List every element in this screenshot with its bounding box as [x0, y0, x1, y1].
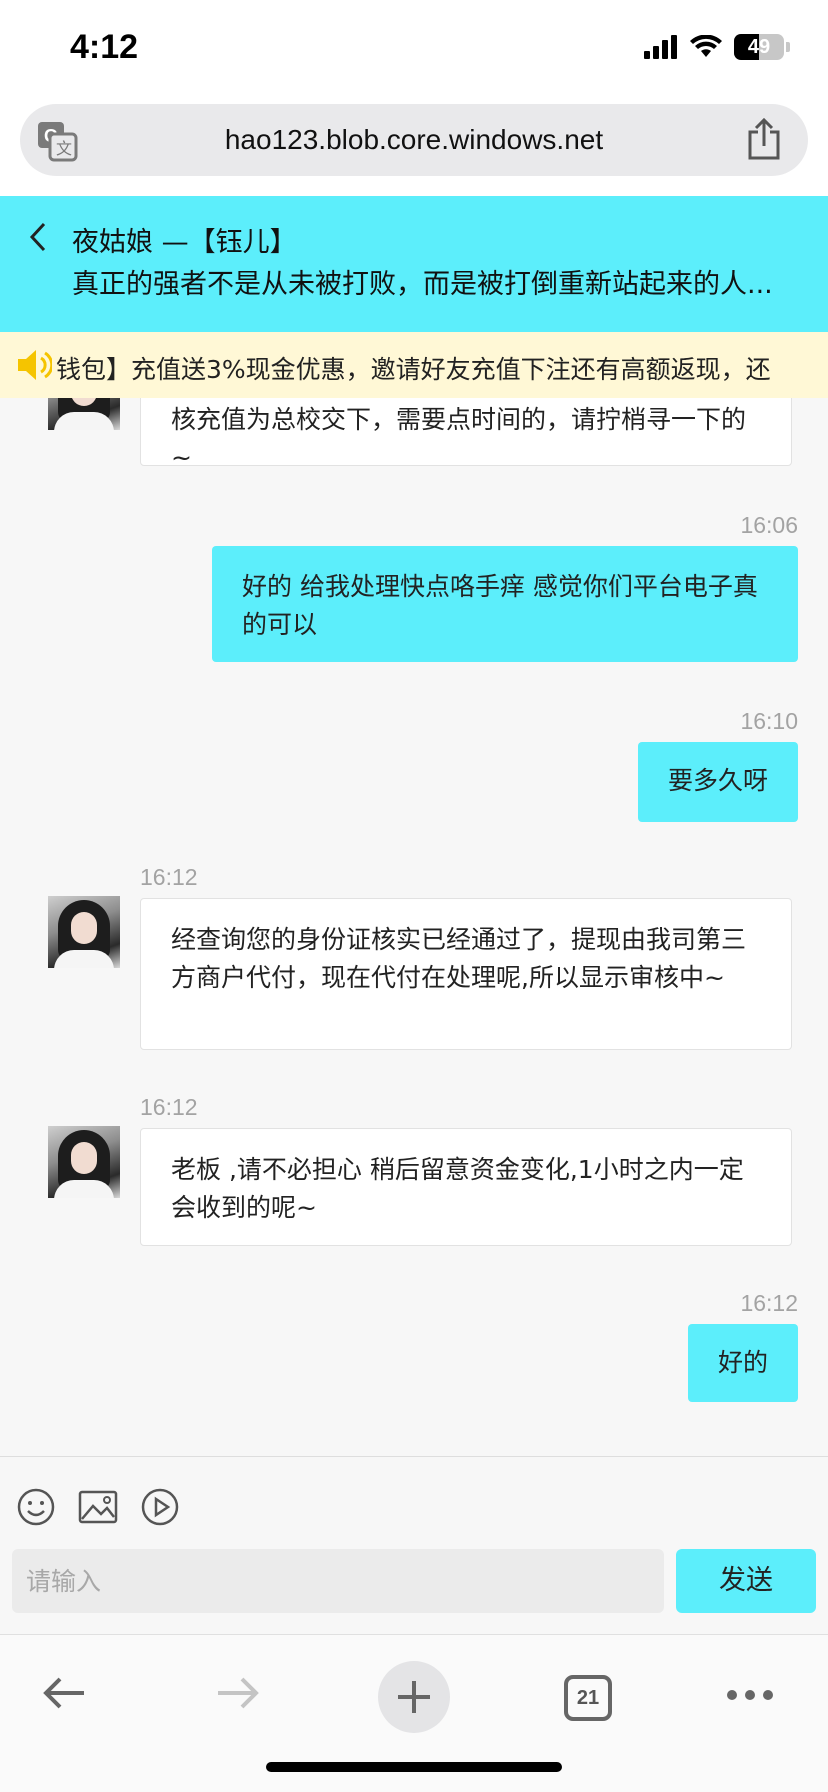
message-text: 经查询您的身份证核实已经通过了，提现由我司第三方商户代付，现在代付在处理呢,所以…	[171, 925, 747, 992]
message-timestamp: 16:12	[740, 1290, 798, 1316]
outgoing-message-bubble: 好的 给我处理快点咯手痒 感觉你们平台电子真的可以	[212, 546, 798, 662]
chat-header: 夜姑娘 —【钰儿】 真正的强者不是从未被打败，而是被打倒重新站起来的人...	[0, 196, 828, 332]
address-bar[interactable]: G 文 hao123.blob.core.windows.net	[20, 104, 808, 176]
status-time: 4:12	[70, 28, 139, 66]
back-chevron-icon[interactable]	[26, 220, 50, 254]
url-text: hao123.blob.core.windows.net	[224, 124, 604, 155]
tab-count-button[interactable]: 21	[564, 1675, 612, 1721]
signal-icon	[644, 35, 677, 59]
message-text: 老板 ,请不必担心 稍后留意资金变化,1小时之内一定会收到的呢~	[171, 1155, 744, 1222]
incoming-message-bubble: 经查询您的身份证核实已经通过了，提现由我司第三方商户代付，现在代付在处理呢,所以…	[140, 898, 792, 1050]
message-timestamp: 16:12	[140, 864, 198, 890]
agent-avatar[interactable]	[48, 1126, 120, 1198]
back-arrow-icon[interactable]	[40, 1673, 88, 1713]
battery-level: 49	[747, 36, 771, 58]
speaker-icon	[18, 350, 52, 380]
agent-avatar[interactable]	[48, 896, 120, 968]
message-text: 好的 给我处理快点咯手痒 感觉你们平台电子真的可以	[242, 572, 758, 639]
share-icon[interactable]	[746, 118, 782, 160]
wifi-icon	[690, 35, 722, 57]
message-timestamp: 16:10	[740, 708, 798, 734]
chat-messages[interactable]: 核充值为总校交下，需要点时间的，请拧梢寻一下的~ 16:06 好的 给我处理快点…	[0, 398, 828, 1456]
forward-arrow-icon[interactable]	[214, 1673, 262, 1713]
notice-text: 钱包】充值送3%现金优惠，邀请好友充值下注还有高额返现，还	[56, 355, 771, 384]
outgoing-message-bubble: 好的	[687, 1324, 798, 1402]
status-bar: 4:12 49	[0, 0, 828, 100]
send-button[interactable]: 发送	[676, 1549, 816, 1613]
message-timestamp: 16:06	[740, 512, 798, 538]
agent-avatar[interactable]	[48, 398, 120, 430]
play-icon[interactable]	[140, 1487, 180, 1527]
browser-address-area: G 文 hao123.blob.core.windows.net	[0, 100, 828, 196]
incoming-message-bubble: 老板 ,请不必担心 稍后留意资金变化,1小时之内一定会收到的呢~	[140, 1128, 792, 1246]
more-icon[interactable]	[726, 1689, 774, 1701]
message-text: 好的	[717, 1348, 768, 1377]
message-timestamp: 16:12	[140, 1094, 198, 1120]
image-icon[interactable]	[78, 1487, 118, 1527]
message-input[interactable]	[12, 1549, 664, 1613]
incoming-message-bubble: 核充值为总校交下，需要点时间的，请拧梢寻一下的~	[140, 398, 792, 472]
new-tab-button[interactable]	[378, 1661, 450, 1733]
plus-icon	[398, 1681, 430, 1713]
outgoing-message-bubble: 要多久呀	[637, 742, 798, 822]
message-text: 核充值为总校交下，需要点时间的，请拧梢寻一下的~	[171, 405, 747, 472]
battery-icon: 49	[734, 34, 784, 60]
contact-name: 夜姑娘 —【钰儿】	[72, 227, 297, 258]
emoji-icon[interactable]	[16, 1487, 56, 1527]
message-text: 要多久呀	[667, 766, 768, 795]
notice-marquee[interactable]: 钱包】充值送3%现金优惠，邀请好友充值下注还有高额返现，还	[0, 332, 828, 398]
contact-motto: 真正的强者不是从未被打败，而是被打倒重新站起来的人...	[72, 269, 773, 300]
home-indicator	[266, 1762, 562, 1772]
message-composer: 发送	[0, 1456, 828, 1634]
